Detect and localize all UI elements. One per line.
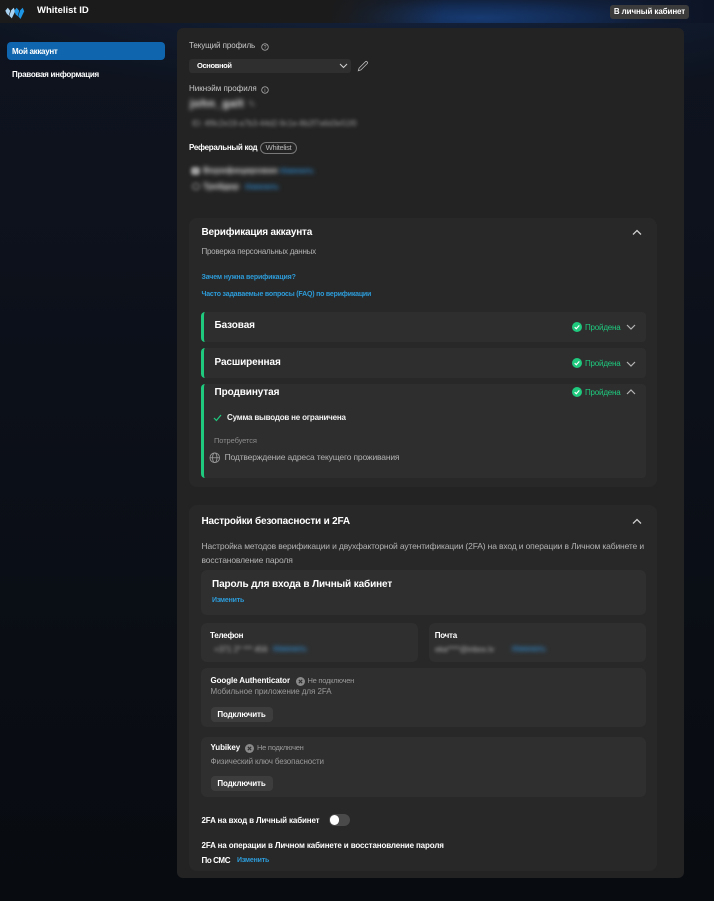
svg-text:i: i bbox=[264, 87, 265, 93]
svg-text:?: ? bbox=[263, 44, 266, 50]
